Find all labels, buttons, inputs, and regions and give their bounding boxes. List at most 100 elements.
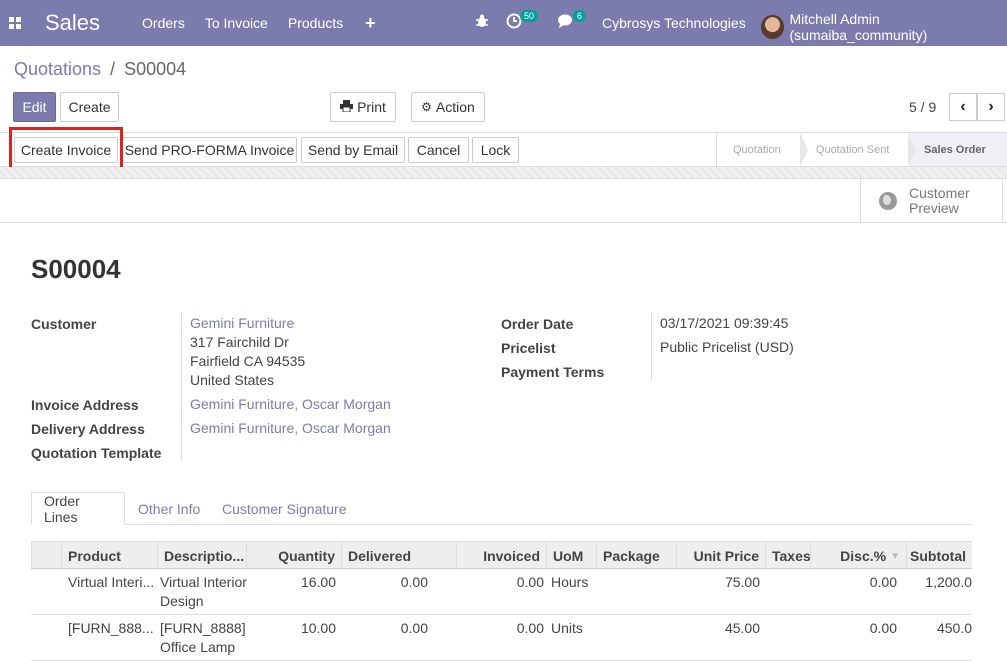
action-label: Action — [435, 99, 475, 115]
stage-sales-order[interactable]: Sales Order — [908, 133, 1007, 166]
menu-orders[interactable]: Orders — [142, 15, 185, 31]
column-header-delivered[interactable]: Delivered — [341, 542, 456, 570]
table-row[interactable]: Virtual Interi... Virtual Interior Desig… — [31, 569, 972, 615]
apps-menu-icon[interactable] — [9, 17, 21, 29]
pager-next-button[interactable]: › — [977, 93, 1005, 121]
customer-preview-label: Customer Preview — [909, 186, 970, 216]
stage-quotation[interactable]: Quotation — [717, 133, 808, 166]
sheet-background — [0, 167, 1007, 179]
cell-uom: Units — [551, 620, 583, 636]
cell-description-line2: Office Lamp — [160, 639, 236, 655]
stage-quotation-label: Quotation — [733, 143, 781, 156]
company-switcher[interactable]: Cybrosys Technologies — [602, 15, 746, 31]
breadcrumb-quotations-link[interactable]: Quotations — [14, 59, 101, 79]
create-button[interactable]: Create — [60, 92, 119, 122]
breadcrumb-separator: / — [110, 59, 116, 79]
column-header-uom[interactable]: UoM — [546, 542, 596, 570]
send-pro-forma-invoice-button[interactable]: Send PRO-FORMA Invoice — [122, 137, 297, 163]
cell-discount: 0.00 — [869, 620, 897, 636]
cell-unit-price: 45.00 — [724, 620, 760, 636]
order-title: S00004 — [31, 254, 121, 284]
debug-bug-icon[interactable] — [475, 14, 489, 28]
chevron-right-icon: › — [988, 98, 994, 115]
tab-order-lines[interactable]: Order Lines — [31, 492, 125, 525]
handle-column-header — [31, 542, 61, 570]
cell-quantity: 10.00 — [300, 620, 336, 636]
column-header-invoiced[interactable]: Invoiced — [456, 542, 546, 570]
customer-preview-line2: Preview — [909, 200, 959, 216]
customer-address-line2: Fairfield CA 94535 — [190, 353, 306, 369]
messages-chat-icon[interactable]: 6 — [557, 10, 587, 29]
tab-other-info[interactable]: Other Info — [138, 492, 200, 525]
cell-quantity: 16.00 — [300, 574, 336, 590]
cell-discount: 0.00 — [869, 574, 897, 590]
menu-to-invoice[interactable]: To Invoice — [205, 15, 268, 31]
create-invoice-highlight-box — [9, 127, 123, 171]
pager-value[interactable]: 5 / 9 — [909, 99, 936, 115]
cell-product: Virtual Interi... — [68, 574, 155, 590]
breadcrumb-current: S00004 — [124, 59, 187, 79]
cell-description-line1: [FURN_8888] — [160, 620, 246, 636]
printer-icon — [340, 99, 354, 115]
column-header-package[interactable]: Package — [596, 542, 676, 570]
cell-invoiced: 0.00 — [516, 620, 544, 636]
print-button[interactable]: Print — [330, 92, 396, 122]
customer-preview-button[interactable]: Customer Preview — [860, 179, 1003, 223]
column-header-quantity[interactable]: Quantity — [246, 542, 341, 570]
sort-caret-icon: ▼ — [890, 550, 900, 562]
stage-sales-order-label: Sales Order — [924, 143, 986, 156]
order-lines-table-header: Product Descriptio... Quantity Delivered… — [31, 541, 972, 570]
cell-unit-price: 75.00 — [724, 574, 760, 590]
customer-address-line3: United States — [190, 372, 275, 388]
stage-pipeline: Quotation Quotation Sent Sales Order — [716, 133, 1007, 166]
stage-quotation-sent-label: Quotation Sent — [816, 143, 890, 156]
form-sheet: Customer Preview S00004 Customer Gemini … — [0, 179, 1007, 661]
quick-create-plus-icon[interactable]: + — [365, 13, 376, 34]
notebook-tabs: Order Lines Other Info Customer Signatur… — [31, 492, 972, 525]
send-by-email-button[interactable]: Send by Email — [301, 137, 405, 163]
column-header-taxes[interactable]: Taxes — [765, 542, 811, 570]
pricelist-label: Pricelist — [501, 340, 556, 356]
cell-subtotal: 1,200.0 — [925, 574, 972, 590]
invoice-address-link[interactable]: Gemini Furniture, Oscar Morgan — [190, 395, 391, 414]
globe-icon — [879, 192, 897, 210]
table-row[interactable]: [FURN_888... [FURN_8888] Office Lamp 10.… — [31, 615, 972, 661]
cell-invoiced: 0.00 — [516, 574, 544, 590]
tab-customer-signature[interactable]: Customer Signature — [222, 492, 347, 525]
stage-quotation-sent[interactable]: Quotation Sent — [800, 133, 916, 166]
user-menu[interactable]: Mitchell Admin (sumaiba_community) — [761, 11, 1007, 43]
quotation-template-label: Quotation Template — [31, 445, 162, 461]
delivery-address-link[interactable]: Gemini Furniture, Oscar Morgan — [190, 419, 391, 438]
cell-description-line2: Design — [160, 593, 204, 609]
column-header-unit-price[interactable]: Unit Price — [676, 542, 765, 570]
breadcrumb: Quotations / S00004 — [14, 59, 186, 80]
chevron-left-icon: ‹ — [960, 98, 966, 115]
menu-products[interactable]: Products — [288, 15, 343, 31]
column-header-description[interactable]: Descriptio... — [157, 542, 246, 570]
customer-label: Customer — [31, 316, 97, 332]
cell-product: [FURN_888... — [68, 620, 154, 636]
cancel-button[interactable]: Cancel — [408, 137, 469, 163]
activity-clock-icon[interactable]: 50 — [506, 10, 539, 29]
top-navbar: Sales Orders To Invoice Products + 50 6 … — [0, 0, 1007, 46]
gear-icon: ⚙ — [421, 100, 432, 114]
action-button[interactable]: ⚙ Action — [411, 92, 485, 122]
column-header-subtotal[interactable]: Subtotal — [906, 542, 972, 570]
payment-terms-label: Payment Terms — [501, 364, 605, 380]
pricelist-value: Public Pricelist (USD) — [660, 339, 794, 355]
activity-count-badge: 50 — [520, 10, 539, 22]
user-name: Mitchell Admin (sumaiba_community) — [789, 11, 928, 43]
lock-button[interactable]: Lock — [472, 137, 519, 163]
invoice-address-label: Invoice Address — [31, 397, 139, 413]
cell-description-line1: Virtual Interior — [160, 574, 247, 590]
edit-button[interactable]: Edit — [13, 92, 56, 122]
app-name[interactable]: Sales — [45, 10, 100, 36]
order-date-label: Order Date — [501, 316, 574, 332]
print-label: Print — [357, 99, 386, 115]
customer-link[interactable]: Gemini Furniture — [190, 314, 294, 333]
column-header-discount[interactable]: Disc.% ▼ — [810, 542, 906, 570]
column-header-product[interactable]: Product — [61, 542, 157, 570]
customer-preview-line1: Customer — [909, 185, 970, 201]
delivery-address-label: Delivery Address — [31, 421, 145, 437]
pager-previous-button[interactable]: ‹ — [949, 93, 977, 121]
